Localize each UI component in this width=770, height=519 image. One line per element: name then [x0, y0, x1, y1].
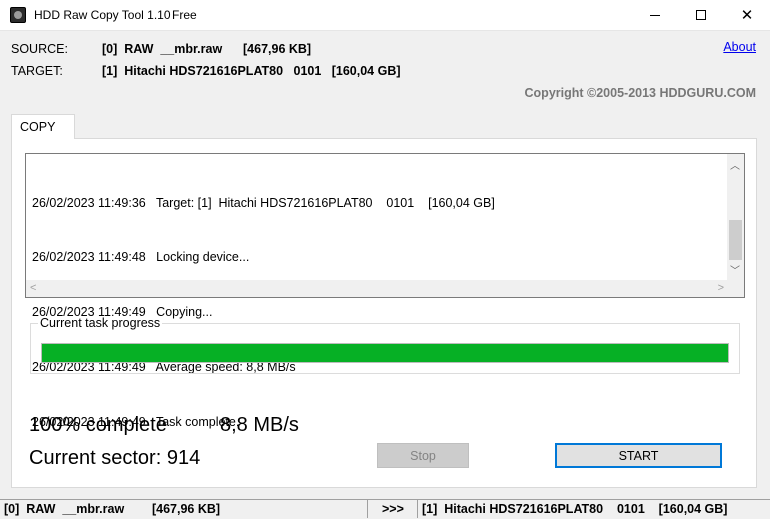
title-bar: HDD Raw Copy Tool 1.10 Free ✕ — [0, 0, 770, 31]
copy-speed: 8,8 MB/s — [220, 414, 299, 436]
chevron-down-icon[interactable]: ﹀ — [730, 262, 740, 277]
target-value: [1] Hitachi HDS721616PLAT80 0101 [160,04… — [102, 64, 401, 78]
log-box[interactable]: 26/02/2023 11:49:36 Target: [1] Hitachi … — [25, 153, 745, 429]
status-bar: [0] RAW __mbr.raw [467,96 KB] >>> [1] Hi… — [0, 499, 770, 519]
chevron-up-icon[interactable]: ︿ — [730, 157, 740, 172]
progress-bar — [41, 343, 729, 363]
vertical-scroll-thumb[interactable] — [729, 220, 742, 260]
maximize-icon — [696, 10, 706, 20]
log-line: 26/02/2023 11:49:48 Locking device... — [32, 250, 250, 265]
minimize-icon — [650, 14, 660, 16]
about-link[interactable]: About — [723, 40, 756, 54]
close-icon: ✕ — [740, 6, 754, 24]
minimize-button[interactable] — [632, 0, 678, 30]
close-button[interactable]: ✕ — [724, 0, 770, 30]
source-label: SOURCE: — [11, 42, 68, 56]
vertical-scrollbar[interactable]: ︿ ﹀ — [727, 154, 744, 280]
window-title: HDD Raw Copy Tool 1.10 — [34, 8, 171, 22]
complete-percent: 100% complete — [29, 414, 167, 436]
source-value: [0] RAW __mbr.raw [467,96 KB] — [102, 42, 312, 56]
scroll-corner — [727, 280, 744, 297]
copyright-text: Copyright ©2005-2013 HDDGURU.COM — [524, 86, 756, 100]
window-edition: Free — [172, 8, 197, 22]
log-line: 26/02/2023 11:49:36 Target: [1] Hitachi … — [32, 195, 495, 210]
drive-icon — [10, 7, 26, 23]
current-sector: Current sector: 914 — [29, 447, 201, 469]
status-target: [1] Hitachi HDS721616PLAT80 0101 [160,04… — [418, 499, 770, 518]
chevron-right-icon[interactable]: > — [718, 282, 724, 294]
progress-group-label: Current task progress — [38, 316, 163, 330]
horizontal-scrollbar[interactable]: < > — [26, 280, 744, 297]
stop-button[interactable]: Stop — [377, 443, 469, 468]
status-arrow: >>> — [368, 499, 418, 518]
tab-copy[interactable]: COPY — [11, 114, 75, 139]
progress-bar-fill — [42, 344, 728, 362]
chevron-left-icon[interactable]: < — [30, 282, 36, 294]
target-label: TARGET: — [11, 64, 63, 78]
status-source: [0] RAW __mbr.raw [467,96 KB] — [0, 499, 368, 518]
start-button[interactable]: START — [555, 443, 722, 468]
maximize-button[interactable] — [678, 0, 724, 30]
